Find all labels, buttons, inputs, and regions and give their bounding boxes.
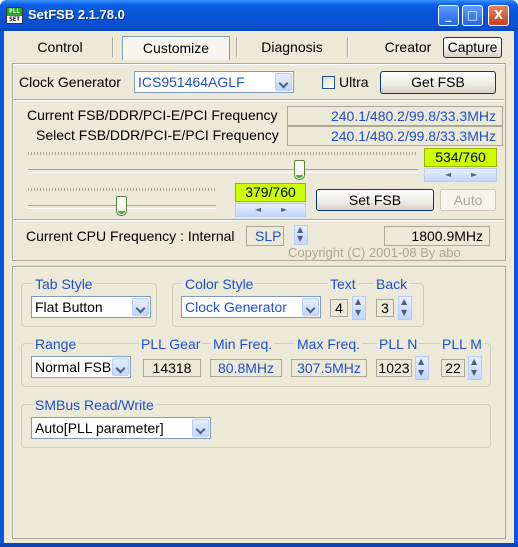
fsb-slider-1-track[interactable] <box>28 169 418 173</box>
close-icon: X <box>493 8 504 22</box>
tab-divider <box>347 37 349 57</box>
slider1-spin[interactable]: ◄ ► <box>424 168 497 182</box>
max-freq-value: 307.5MHz <box>291 359 367 377</box>
arrow-up-icon[interactable]: ▲ <box>297 225 303 234</box>
ultra-label: Ultra <box>339 74 369 90</box>
back-color-label: Back <box>374 276 410 292</box>
chevron-down-icon[interactable] <box>275 73 292 91</box>
arrow-down-icon[interactable]: ▼ <box>401 308 407 317</box>
color-style-value: Clock Generator <box>185 299 287 315</box>
app-icon-text-bottom: SET <box>9 16 20 23</box>
title-bar[interactable]: PLL SET SetFSB 2.1.78.0 _ □ X <box>0 0 518 31</box>
maximize-icon: □ <box>466 8 479 22</box>
smbus-value: Auto[PLL parameter] <box>35 420 164 436</box>
get-fsb-button[interactable]: Get FSB <box>380 71 496 94</box>
arrow-up-icon[interactable]: ▲ <box>418 357 424 366</box>
minimize-button[interactable]: _ <box>438 5 459 26</box>
set-fsb-button[interactable]: Set FSB <box>316 189 434 211</box>
pll-gear-value: 14318 <box>143 359 201 377</box>
range-value: Normal FSB <box>35 359 112 375</box>
range-select[interactable]: Normal FSB <box>31 356 131 378</box>
fsb-slider-1-thumb[interactable] <box>294 160 306 180</box>
pll-gear-label: PLL Gear <box>139 336 203 352</box>
tab-style-label: Tab Style <box>33 276 95 292</box>
slider2-spin[interactable]: ◄ ► <box>235 203 306 217</box>
select-frequency-value: 240.1/480.2/99.8/33.3MHz <box>287 126 503 146</box>
range-label: Range <box>33 336 79 352</box>
arrow-left-icon[interactable]: ◄ <box>445 170 451 179</box>
back-color-spin[interactable]: ▲ ▼ <box>398 296 412 320</box>
tab-control[interactable]: Control <box>18 36 102 60</box>
slider2-value: 379/760 <box>235 183 306 202</box>
ultra-checkbox[interactable] <box>322 76 335 89</box>
pll-n-spin[interactable]: ▲ ▼ <box>415 356 429 380</box>
divider <box>14 219 504 221</box>
arrow-right-icon[interactable]: ► <box>281 205 287 214</box>
current-frequency-label: Current FSB/DDR/PCI-E/PCI Frequency <box>27 107 278 123</box>
divider <box>14 99 504 101</box>
smbus-select[interactable]: Auto[PLL parameter] <box>31 417 211 439</box>
cpu-frequency-value: 1800.9MHz <box>384 226 490 246</box>
clock-generator-value: ICS951464AGLF <box>138 74 245 90</box>
color-style-select[interactable]: Clock Generator <box>181 296 321 318</box>
back-color-value: 3 <box>376 299 394 317</box>
clock-generator-select[interactable]: ICS951464AGLF <box>134 71 294 93</box>
copyright-text: Copyright (C) 2001-08 By abo <box>288 245 461 260</box>
arrow-left-icon[interactable]: ◄ <box>255 205 261 214</box>
cpu-mode-field: SLP <box>246 226 284 246</box>
app-icon[interactable]: PLL SET <box>6 7 23 24</box>
slider1-value: 534/760 <box>424 148 497 167</box>
auto-button[interactable]: Auto <box>440 189 496 211</box>
tab-diagnosis[interactable]: Diagnosis <box>248 36 336 60</box>
tab-divider <box>112 37 114 57</box>
chevron-down-icon[interactable] <box>302 298 319 316</box>
max-freq-label: Max Freq. <box>295 336 363 352</box>
chevron-down-icon[interactable] <box>132 298 149 316</box>
smbus-label: SMBus Read/Write <box>33 397 156 413</box>
pll-m-value: 22 <box>441 359 465 377</box>
close-button[interactable]: X <box>488 5 509 26</box>
pll-m-spin[interactable]: ▲ ▼ <box>468 356 482 380</box>
fsb-slider-2-thumb[interactable] <box>116 196 128 216</box>
cpu-frequency-label: Current CPU Frequency : Internal <box>26 228 235 244</box>
client-area: Control Customize Diagnosis Creator Capt… <box>4 31 514 543</box>
min-freq-value: 80.8MHz <box>210 359 282 377</box>
current-frequency-value: 240.1/480.2/99.8/33.3MHz <box>287 106 503 126</box>
arrow-down-icon[interactable]: ▼ <box>355 308 361 317</box>
text-color-label: Text <box>328 276 358 292</box>
tab-divider <box>236 37 238 57</box>
pll-n-label: PLL N <box>377 336 420 352</box>
pll-n-value: 1023 <box>376 359 412 377</box>
text-color-value: 4 <box>330 299 348 317</box>
min-freq-label: Min Freq. <box>211 336 275 352</box>
text-color-spin[interactable]: ▲ ▼ <box>352 296 366 320</box>
arrow-down-icon[interactable]: ▼ <box>418 368 424 377</box>
minimize-icon: _ <box>445 8 452 22</box>
slider2-ticks <box>28 188 216 191</box>
tab-creator[interactable]: Creator <box>376 36 440 60</box>
arrow-up-icon[interactable]: ▲ <box>355 297 361 306</box>
arrow-up-icon[interactable]: ▲ <box>401 297 407 306</box>
maximize-button[interactable]: □ <box>462 5 483 26</box>
app-icon-text-top: PLL <box>7 8 22 16</box>
arrow-down-icon[interactable]: ▼ <box>471 368 477 377</box>
clock-generator-label: Clock Generator <box>19 74 121 90</box>
window-bottom-border <box>0 543 518 547</box>
cpu-mode-spin[interactable]: ▲ ▼ <box>294 225 308 245</box>
chevron-down-icon[interactable] <box>192 419 209 437</box>
select-frequency-label: Select FSB/DDR/PCI-E/PCI Frequency <box>36 127 279 143</box>
capture-button[interactable]: Capture <box>443 37 502 58</box>
arrow-down-icon[interactable]: ▼ <box>297 234 303 243</box>
tab-customize[interactable]: Customize <box>122 36 230 60</box>
arrow-right-icon[interactable]: ► <box>471 170 477 179</box>
tab-style-select[interactable]: Flat Button <box>31 296 151 318</box>
pll-m-label: PLL M <box>440 336 484 352</box>
window-title: SetFSB 2.1.78.0 <box>28 7 125 22</box>
slider1-ticks <box>28 152 418 155</box>
arrow-up-icon[interactable]: ▲ <box>471 357 477 366</box>
tab-style-value: Flat Button <box>35 299 103 315</box>
chevron-down-icon[interactable] <box>112 358 129 376</box>
color-style-label: Color Style <box>183 276 256 292</box>
